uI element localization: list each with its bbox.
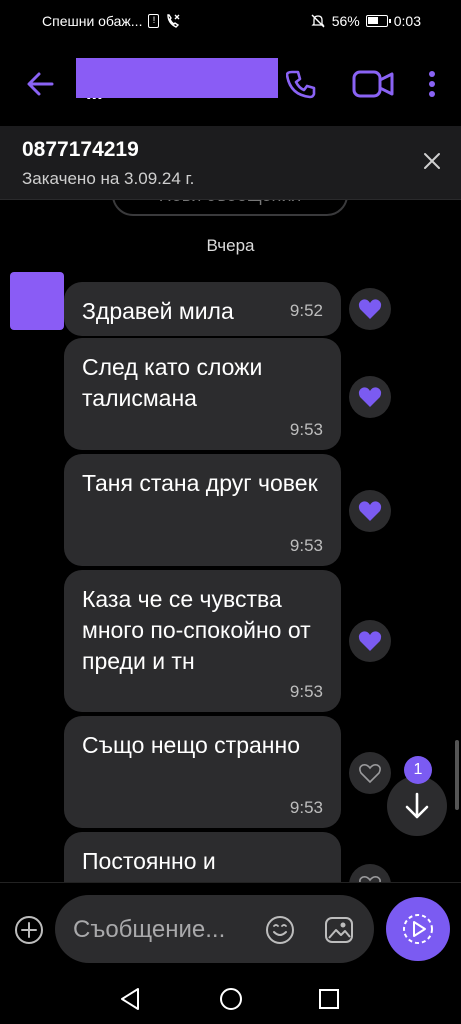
more-vert-icon[interactable] (424, 68, 440, 100)
heart-outline-icon (359, 876, 381, 882)
scroll-to-bottom-button[interactable] (387, 776, 447, 836)
message-text: Таня стана друг човек (82, 470, 318, 496)
message-bubble[interactable]: След като сложи талисмана 9:53 (64, 338, 341, 450)
video-call-icon[interactable] (352, 68, 394, 100)
message-text: Здравей мила (82, 298, 234, 324)
nav-recents-icon[interactable] (316, 986, 342, 1012)
gallery-icon[interactable] (323, 915, 355, 945)
like-button[interactable] (349, 490, 391, 532)
heart-outline-icon (359, 764, 381, 784)
chat-header: ... (0, 44, 461, 126)
like-button[interactable] (349, 288, 391, 330)
like-button[interactable] (349, 864, 391, 882)
message-text: Каза че се чувства много по-спокойно от … (82, 586, 311, 674)
nav-back-icon[interactable] (118, 986, 144, 1012)
battery-icon (365, 15, 391, 27)
message-time: 9:53 (289, 682, 323, 701)
sender-avatar-redacted[interactable] (10, 272, 64, 330)
heart-filled-icon (358, 631, 382, 651)
plus-icon[interactable] (14, 915, 44, 945)
message-bubble[interactable]: Здравей мила 9:52 (64, 282, 341, 336)
mute-bell-icon (311, 14, 325, 28)
heart-filled-icon (358, 387, 382, 407)
message-text: След като сложи талисмана (82, 354, 263, 411)
arrow-down-icon (405, 792, 429, 819)
heart-filled-icon (358, 501, 382, 521)
back-arrow-icon[interactable] (24, 66, 56, 102)
missed-call-icon (167, 14, 180, 28)
message-input-placeholder: Съобщение... (73, 916, 226, 943)
message-bubble[interactable]: Каза че се чувства много по-спокойно от … (64, 570, 341, 712)
pinned-phone-number[interactable]: 0877174219 (22, 138, 139, 162)
message-bubble[interactable]: Също нещо странно 9:53 (64, 716, 341, 828)
carrier-label: Спешни обаж... (42, 13, 143, 29)
message-time: 9:53 (289, 420, 323, 439)
message-time: 9:53 (289, 798, 323, 817)
message-time: 9:52 (289, 301, 323, 320)
emoji-icon[interactable] (265, 915, 295, 945)
message-list[interactable]: Нови съобщения Вчера Здравей мила 9:52 С… (0, 200, 461, 882)
heart-filled-icon (358, 299, 382, 319)
close-icon[interactable] (421, 150, 443, 172)
battery-percent: 56% (331, 13, 360, 29)
message-text: Постоянно и (82, 848, 216, 874)
date-separator: Вчера (206, 236, 255, 255)
clock: 0:03 (393, 13, 421, 29)
phone-icon[interactable] (286, 68, 318, 100)
system-nav-bar (0, 970, 461, 1024)
unread-count-badge: 1 (404, 756, 432, 784)
message-bubble[interactable]: Постоянно и (64, 832, 341, 882)
new-messages-pill: Нови съобщения (112, 200, 348, 216)
redacted-contact-name (76, 58, 278, 98)
pinned-date-label: Закачено на 3.09.24 г. (22, 169, 195, 188)
message-input[interactable]: Съобщение... (55, 895, 374, 963)
status-left: Спешни обаж... ! (42, 13, 181, 29)
message-bubble[interactable]: Таня стана друг човек 9:53 (64, 454, 341, 566)
play-send-icon (403, 914, 433, 944)
message-text: Също нещо странно (82, 732, 300, 758)
send-button[interactable] (386, 897, 450, 961)
like-button[interactable] (349, 752, 391, 794)
pinned-message-banner[interactable]: 0877174219 Закачено на 3.09.24 г. (0, 126, 461, 200)
message-time: 9:53 (289, 536, 323, 555)
sim-icon: ! (148, 14, 160, 28)
message-composer: Съобщение... (0, 882, 461, 970)
nav-home-icon[interactable] (218, 986, 244, 1012)
like-button[interactable] (349, 620, 391, 662)
like-button[interactable] (349, 376, 391, 418)
scrollbar[interactable] (455, 740, 459, 810)
status-bar: Спешни обаж... ! 56% 0:03 (0, 0, 461, 44)
status-right: 56% 0:03 (310, 13, 421, 29)
